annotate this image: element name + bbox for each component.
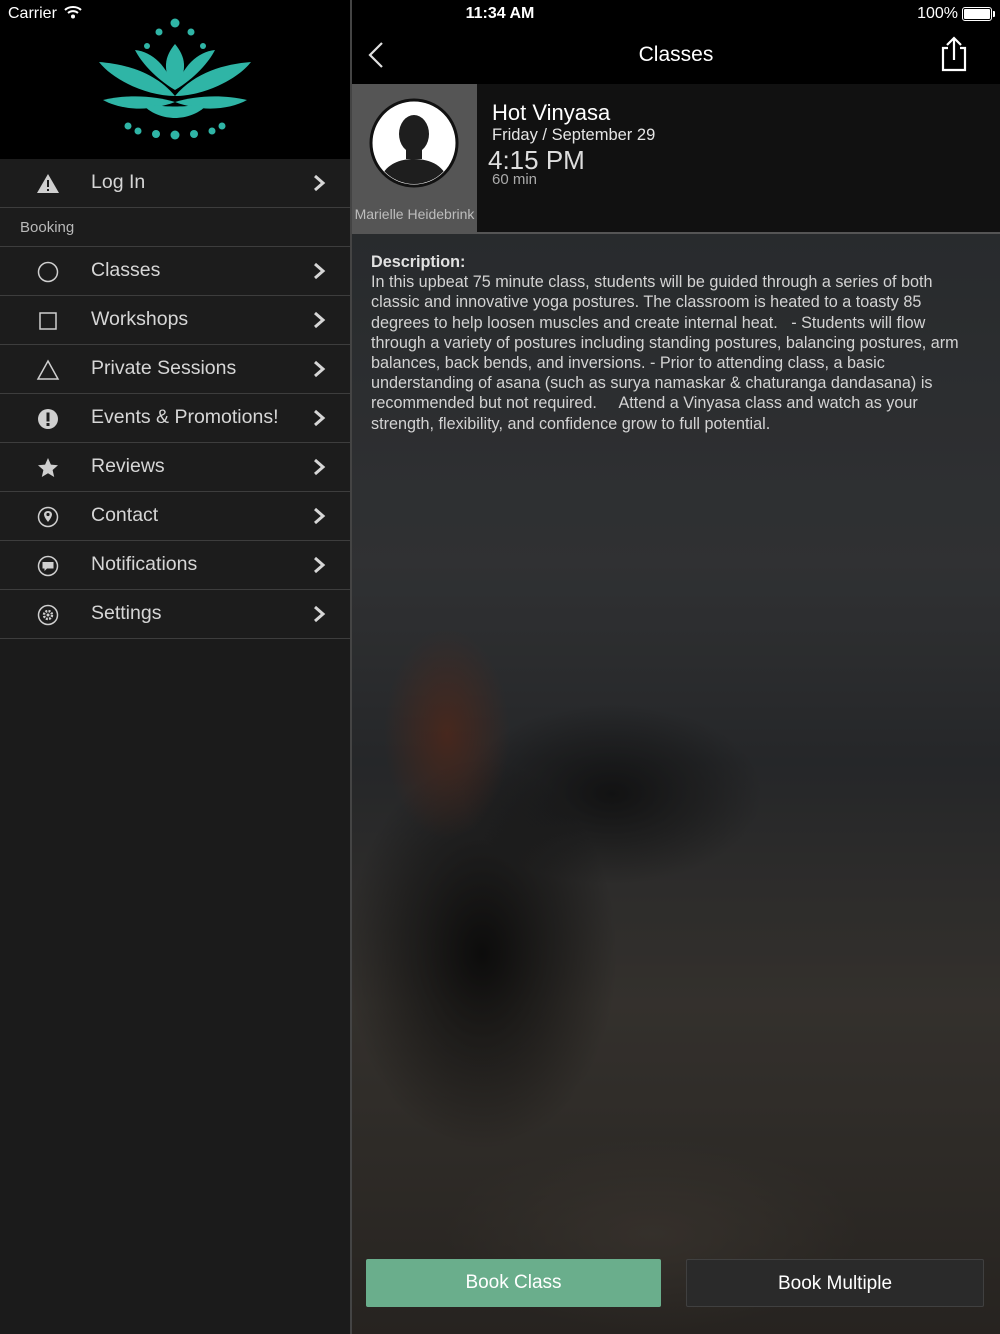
star-icon: [38, 458, 58, 477]
sidebar-menu: Log In Booking Classes Workshops Private…: [0, 159, 350, 639]
section-header-label: Booking: [20, 219, 75, 236]
chevron-right-icon: [314, 174, 326, 192]
instructor-card[interactable]: Marielle Heidebrink: [352, 84, 477, 232]
battery-icon: [962, 7, 995, 21]
sidebar-item-events-promotions[interactable]: Events & Promotions!: [0, 394, 350, 443]
sidebar-item-settings[interactable]: Settings: [0, 590, 350, 639]
section-header-booking: Booking: [0, 208, 350, 247]
circle-icon: [37, 261, 59, 283]
square-icon: [39, 312, 57, 330]
sidebar-item-label: Log In: [91, 171, 146, 193]
chat-bubble-icon: [37, 555, 59, 577]
sidebar-item-label: Contact: [91, 504, 159, 526]
sidebar-item-label: Classes: [91, 259, 161, 281]
chevron-right-icon: [314, 556, 326, 574]
location-pin-icon: [37, 506, 59, 528]
sidebar-item-label: Reviews: [91, 455, 165, 477]
sidebar-item-label: Events & Promotions!: [91, 406, 279, 428]
chevron-right-icon: [314, 605, 326, 623]
class-duration: 60 min: [492, 171, 538, 188]
sidebar-item-label: Private Sessions: [91, 357, 237, 379]
sidebar-item-classes[interactable]: Classes: [0, 247, 350, 296]
class-header: Marielle Heidebrink Hot Vinyasa Friday /…: [352, 84, 1000, 234]
chevron-right-icon: [314, 262, 326, 280]
gear-icon: [37, 604, 59, 626]
status-bar: Carrier 11:34 AM 100%: [0, 0, 1000, 28]
chevron-right-icon: [314, 311, 326, 329]
chevron-right-icon: [314, 507, 326, 525]
instructor-name: Marielle Heidebrink: [354, 206, 475, 222]
sidebar-item-private-sessions[interactable]: Private Sessions: [0, 345, 350, 394]
class-name: Hot Vinyasa: [492, 100, 611, 125]
sidebar-item-notifications[interactable]: Notifications: [0, 541, 350, 590]
sidebar-item-label: Workshops: [91, 308, 189, 330]
battery-percent: 100%: [917, 5, 958, 22]
share-icon[interactable]: [940, 36, 968, 72]
exclamation-icon: [38, 409, 58, 429]
chevron-right-icon: [314, 458, 326, 476]
book-multiple-button[interactable]: Book Multiple: [686, 1259, 984, 1307]
sidebar-item-label: Notifications: [91, 553, 198, 575]
description-label: Description:: [371, 253, 466, 271]
avatar: [369, 98, 459, 188]
sidebar: Log In Booking Classes Workshops Private…: [0, 0, 350, 1334]
triangle-icon: [36, 359, 60, 380]
sidebar-item-reviews[interactable]: Reviews: [0, 443, 350, 492]
status-time: 11:34 AM: [465, 5, 535, 22]
description-text: In this upbeat 75 minute class, students…: [371, 273, 964, 433]
class-description: Description: In this upbeat 75 minute cl…: [371, 252, 977, 434]
warning-icon: [37, 174, 59, 193]
sidebar-item-contact[interactable]: Contact: [0, 492, 350, 541]
sidebar-item-log-in[interactable]: Log In: [0, 159, 350, 208]
page-title: Classes: [638, 43, 714, 66]
chevron-right-icon: [314, 409, 326, 427]
sidebar-item-label: Settings: [91, 602, 162, 624]
class-date: Friday / September 29: [492, 126, 656, 144]
chevron-right-icon: [314, 360, 326, 378]
book-class-button[interactable]: Book Class: [366, 1259, 661, 1307]
sidebar-item-workshops[interactable]: Workshops: [0, 296, 350, 345]
class-detail-panel: Classes Marielle Heidebrink Hot Vinyasa …: [352, 0, 1000, 1334]
lotus-logo: [99, 18, 251, 140]
